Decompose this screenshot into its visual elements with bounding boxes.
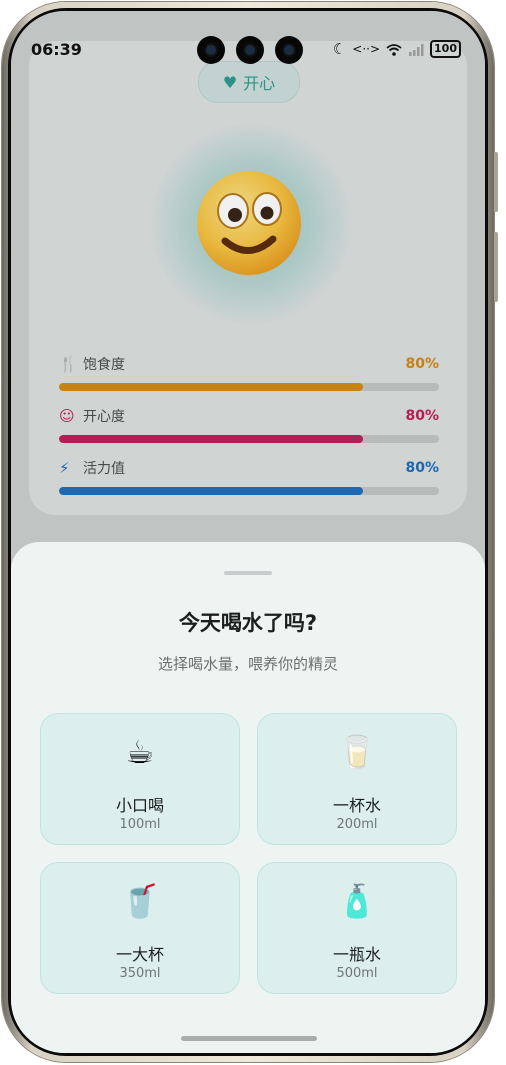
option-one-glass[interactable]: 🥛 一杯水 200ml [257, 713, 457, 845]
phone-frame: ♥ 开心 🍴 饱食度 80% ☺ 开心度 80% ⚡ 活力值 80% 06:39… [2, 2, 498, 1062]
power-button [494, 232, 498, 302]
moon-icon: ☾ [332, 40, 347, 58]
volume-button [494, 152, 498, 212]
coffee-cup-icon: ☕ [125, 733, 155, 771]
home-indicator[interactable] [181, 1036, 317, 1041]
camera-icon [275, 36, 303, 64]
status-time: 06:39 [31, 40, 82, 59]
option-name: 小口喝 [115, 796, 164, 815]
signal-icon [409, 43, 424, 56]
camera-icon [197, 36, 225, 64]
option-amount: 100ml [119, 817, 161, 832]
option-small-sip[interactable]: ☕ 小口喝 100ml [40, 713, 240, 845]
lotion-bottle-icon: 🧴 [337, 882, 377, 920]
option-name: 一瓶水 [332, 945, 381, 964]
sheet-subtitle: 选择喝水量，喂养你的精灵 [157, 655, 338, 673]
battery-icon: 100 [430, 40, 461, 58]
screen: ♥ 开心 🍴 饱食度 80% ☺ 开心度 80% ⚡ 活力值 80% 06:39… [11, 11, 485, 1053]
camera-icon [236, 36, 264, 64]
glass-of-milk-icon: 🥛 [337, 733, 377, 771]
option-amount: 500ml [336, 966, 378, 981]
nfc-icon: <··> [352, 42, 381, 56]
water-bottom-sheet: 今天喝水了吗? 选择喝水量，喂养你的精灵 ☕ 小口喝 100ml 🥛 一杯水 2… [11, 542, 485, 1053]
wifi-icon [386, 43, 402, 56]
sheet-title: 今天喝水了吗? [178, 611, 318, 635]
option-name: 一杯水 [332, 796, 381, 815]
option-amount: 350ml [119, 966, 161, 981]
option-large-cup[interactable]: 🥤 一大杯 350ml [40, 862, 240, 994]
option-amount: 200ml [336, 817, 378, 832]
cup-with-straw-icon: 🥤 [120, 882, 160, 920]
system-icons: ☾ <··> 100 [333, 40, 461, 58]
option-one-bottle[interactable]: 🧴 一瓶水 500ml [257, 862, 457, 994]
option-name: 一大杯 [115, 945, 164, 964]
status-bar: 06:39 ☾ <··> 100 [11, 11, 485, 64]
sheet-drag-handle[interactable] [224, 571, 272, 575]
